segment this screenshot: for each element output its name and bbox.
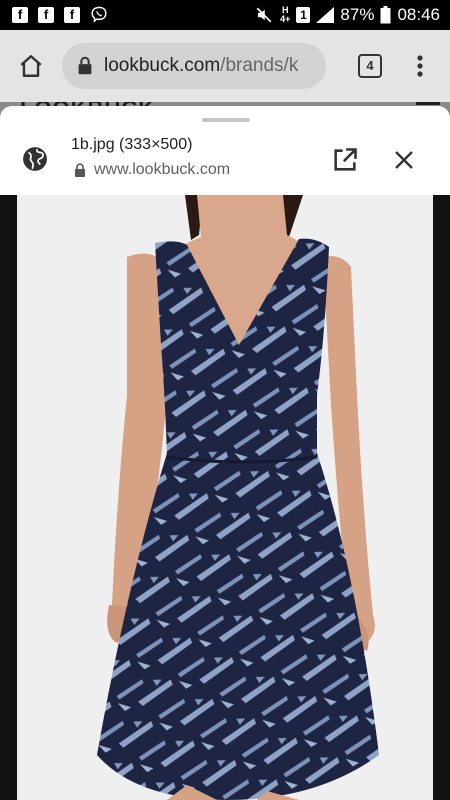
image-title: 1b.jpg (333×500) — [71, 136, 193, 153]
dress-photo[interactable] — [17, 195, 433, 800]
network-type: H 4+ — [280, 5, 291, 24]
image-viewer — [0, 195, 450, 800]
url-text: lookbuck.com/brands/k — [104, 55, 299, 76]
viber-icon — [91, 6, 107, 23]
battery-icon — [380, 6, 391, 24]
clock: 08:46 — [397, 5, 440, 24]
open-in-new-icon[interactable] — [331, 146, 359, 174]
hamburger-icon — [416, 102, 440, 105]
address-bar[interactable]: lookbuck.com/brands/k — [62, 43, 326, 89]
home-button[interactable] — [0, 30, 62, 102]
mute-icon — [256, 7, 272, 23]
dress-illustration — [17, 195, 433, 800]
source-url: www.lookbuck.com — [94, 161, 231, 178]
signal-icon — [316, 7, 335, 23]
tab-switcher-button[interactable]: 4 — [340, 30, 400, 102]
home-icon — [20, 55, 42, 77]
image-preview-sheet: 1b.jpg (333×500) www.lookbuck.com — [0, 106, 450, 195]
close-icon[interactable] — [392, 148, 416, 172]
sim-indicator: 1 — [296, 7, 311, 23]
menu-button[interactable] — [400, 30, 440, 102]
facebook-icon: f — [38, 7, 54, 23]
lock-icon — [75, 163, 85, 177]
tab-count: 4 — [358, 54, 382, 78]
system-status: H 4+ 1 87% 08:46 — [254, 5, 450, 25]
globe-icon — [23, 147, 47, 171]
more-vert-icon — [417, 55, 423, 77]
facebook-icon: f — [12, 7, 28, 23]
image-source: www.lookbuck.com — [74, 161, 230, 179]
notification-icons: f f f — [0, 6, 108, 24]
status-bar: f f f H 4+ 1 87% 08:46 — [0, 0, 450, 30]
drag-handle[interactable] — [202, 118, 250, 122]
browser-toolbar: lookbuck.com/brands/k 4 — [0, 30, 450, 102]
battery-percent: 87% — [340, 5, 375, 24]
facebook-icon: f — [64, 7, 80, 23]
lock-icon — [78, 56, 92, 75]
